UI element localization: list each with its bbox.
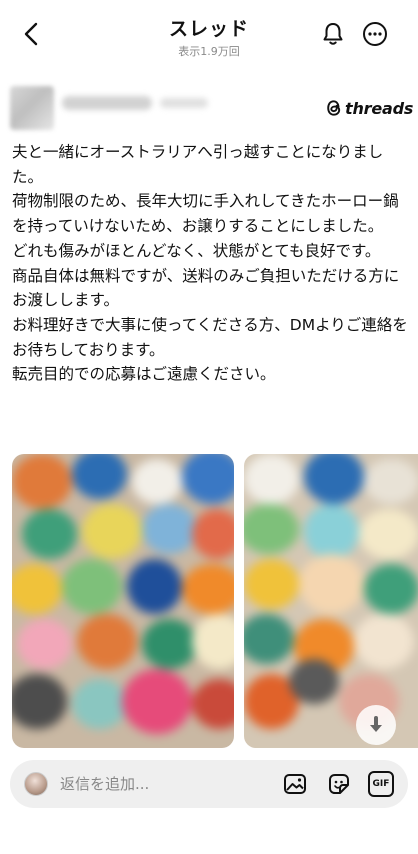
- my-avatar: [24, 772, 48, 796]
- download-button[interactable]: [356, 705, 396, 745]
- post-line: 商品自体は無料ですが、送料のみご負担いただける方にお渡しします。: [12, 266, 400, 310]
- back-chevron-icon[interactable]: [18, 20, 46, 48]
- author-name-blurred[interactable]: [62, 96, 152, 110]
- gif-button[interactable]: GIF: [368, 771, 394, 797]
- post-image-2[interactable]: [244, 454, 418, 748]
- page-title: スレッド: [168, 18, 249, 40]
- sticker-icon[interactable]: [326, 771, 352, 797]
- post-line: どれも傷みがほとんどなく、状態がとても良好です。: [12, 241, 381, 260]
- download-icon: [370, 716, 382, 732]
- post-body: 夫と一緒にオーストラリアへ引っ越すことになりました。 荷物制限のため、長年大切に…: [12, 140, 408, 387]
- threads-brand: threads: [325, 97, 413, 119]
- reply-bar: GIF: [10, 760, 408, 808]
- bell-icon[interactable]: [319, 20, 347, 48]
- reply-input[interactable]: [60, 772, 270, 796]
- post-line: 夫と一緒にオーストラリアへ引っ越すことになりました。: [12, 143, 384, 186]
- top-bar: スレッド 表示1.9万回: [0, 0, 418, 66]
- title-block: スレッド 表示1.9万回: [0, 14, 418, 59]
- post-line: 転売目的での応募はご遠慮ください。: [12, 365, 276, 384]
- threads-brand-text: threads: [345, 98, 414, 118]
- image-icon[interactable]: [282, 771, 308, 797]
- gif-label: GIF: [372, 779, 390, 789]
- threads-logo-icon: [327, 100, 341, 116]
- author-meta-blurred: [160, 98, 208, 108]
- post-line: お料理好きで大事に使ってくださる方、DMよりご連絡をお待ちしております。: [12, 315, 408, 359]
- post-image-1[interactable]: [12, 454, 234, 748]
- author-avatar[interactable]: [10, 86, 54, 130]
- author-row[interactable]: [10, 86, 230, 132]
- post-line: 荷物制限のため、長年大切に手入れしてきたホーロー鍋を持っていけないため、お譲りす…: [12, 192, 399, 236]
- more-options-icon[interactable]: [361, 20, 389, 48]
- view-count: 表示1.9万回: [178, 45, 240, 58]
